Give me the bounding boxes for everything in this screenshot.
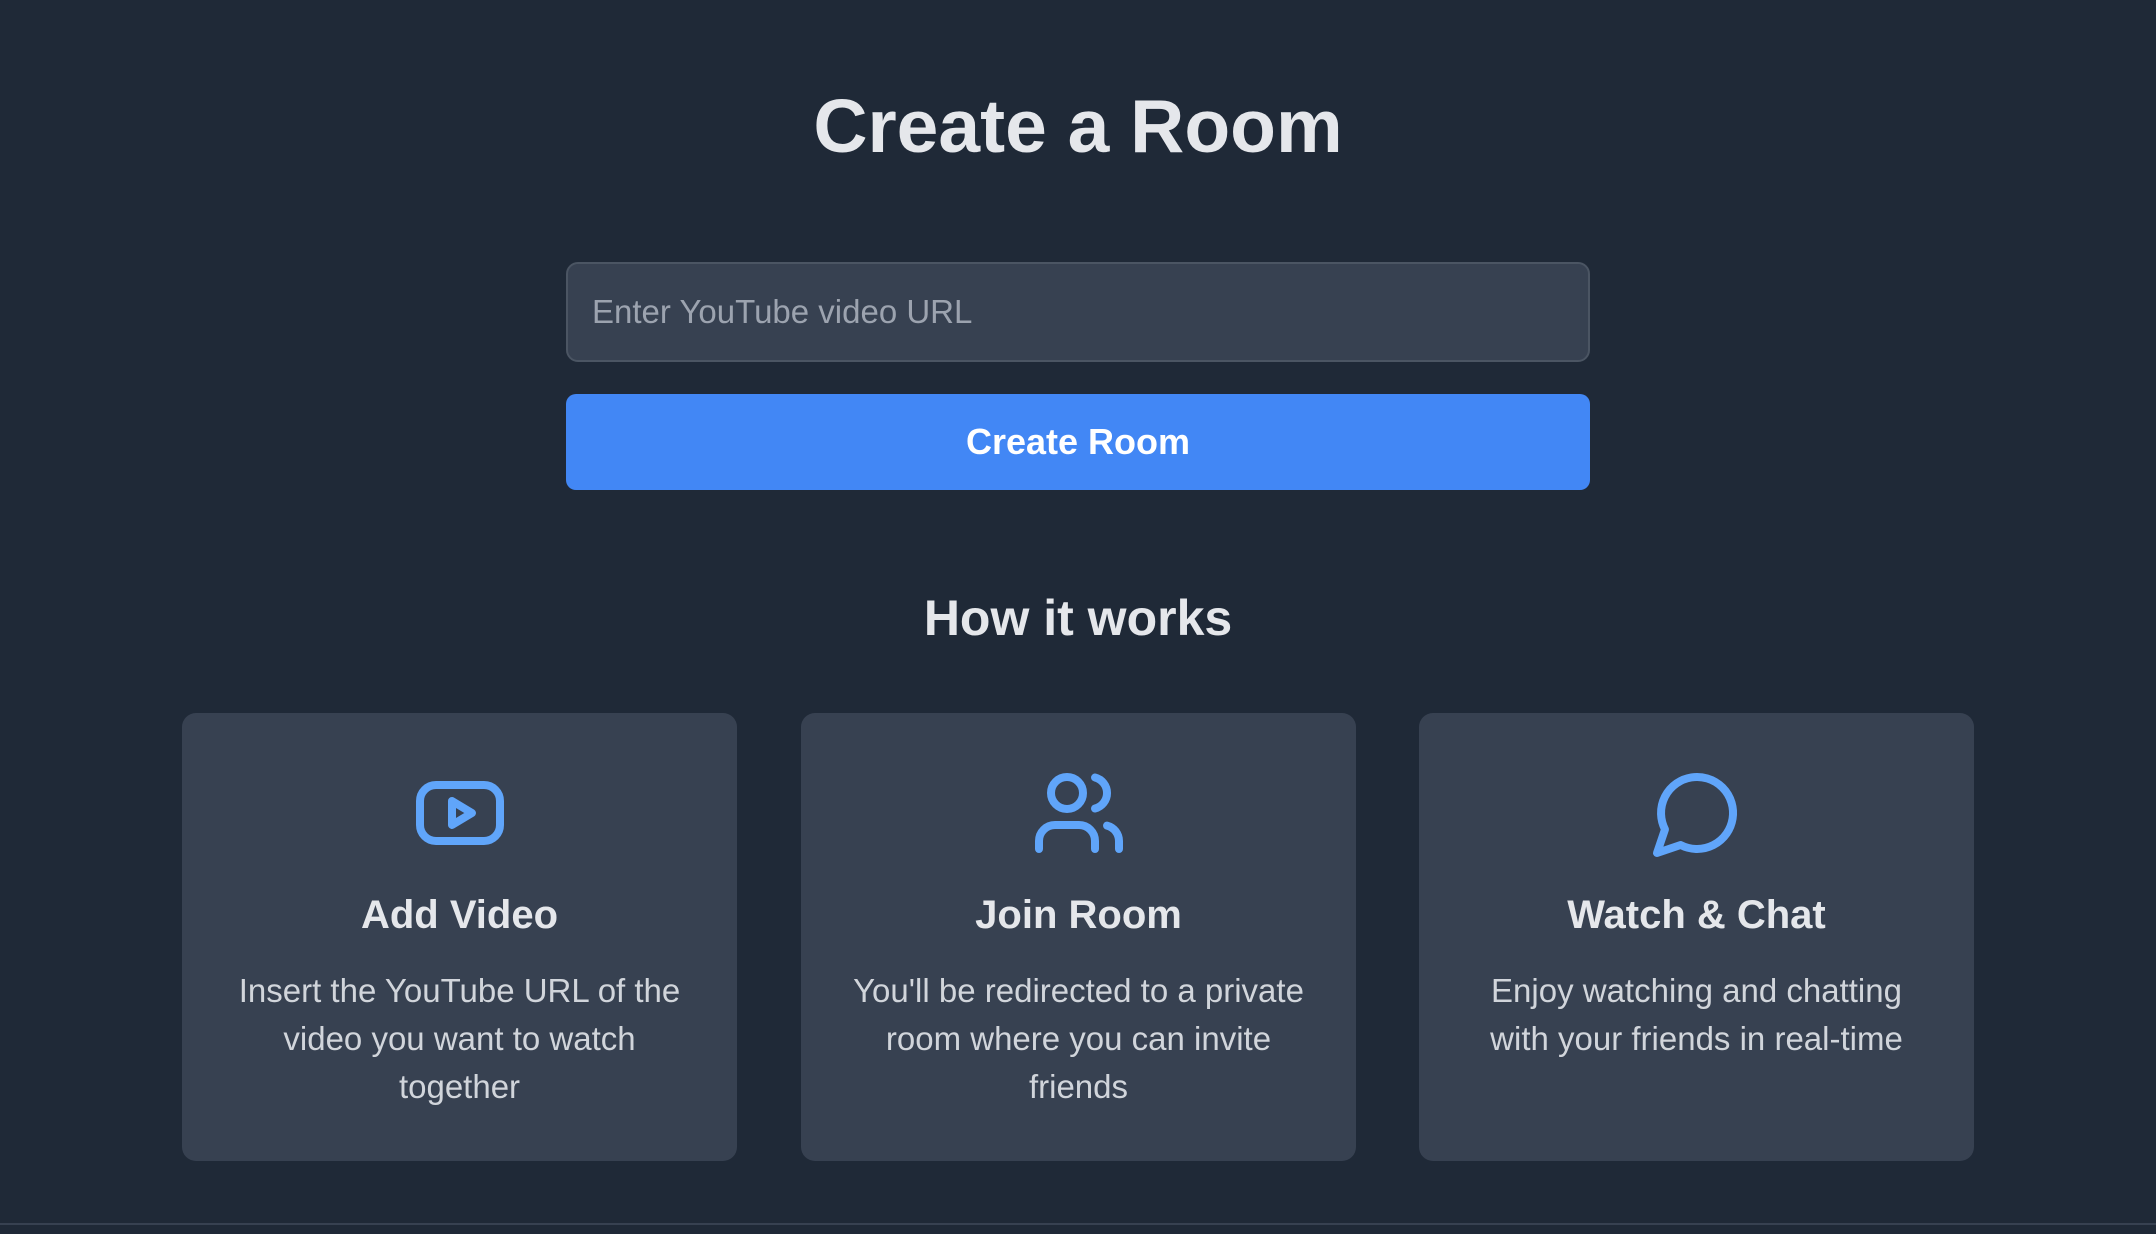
youtube-url-input[interactable] — [566, 262, 1590, 362]
users-icon — [801, 765, 1356, 861]
step-title: Watch & Chat — [1567, 893, 1826, 937]
step-card-add-video: Add Video Insert the YouTube URL of the … — [182, 713, 737, 1161]
step-card-join-room: Join Room You'll be redirected to a priv… — [801, 713, 1356, 1161]
page-title: Create a Room — [813, 84, 1343, 168]
step-description: You'll be redirected to a private room w… — [853, 972, 1304, 1105]
step-title: Add Video — [360, 893, 559, 937]
step-description: Insert the YouTube URL of the video you … — [238, 972, 681, 1105]
step-title: Join Room — [975, 893, 1182, 937]
step-description: Enjoy watching and chatting with your fr… — [1490, 972, 1903, 1057]
create-room-button[interactable]: Create Room — [566, 394, 1590, 490]
chat-bubble-icon — [1419, 765, 1974, 861]
how-it-works-heading: How it works — [923, 590, 1233, 646]
footer-divider — [0, 1223, 2156, 1225]
youtube-play-icon — [182, 765, 737, 861]
step-card-watch-chat: Watch & Chat Enjoy watching and chatting… — [1419, 713, 1974, 1161]
